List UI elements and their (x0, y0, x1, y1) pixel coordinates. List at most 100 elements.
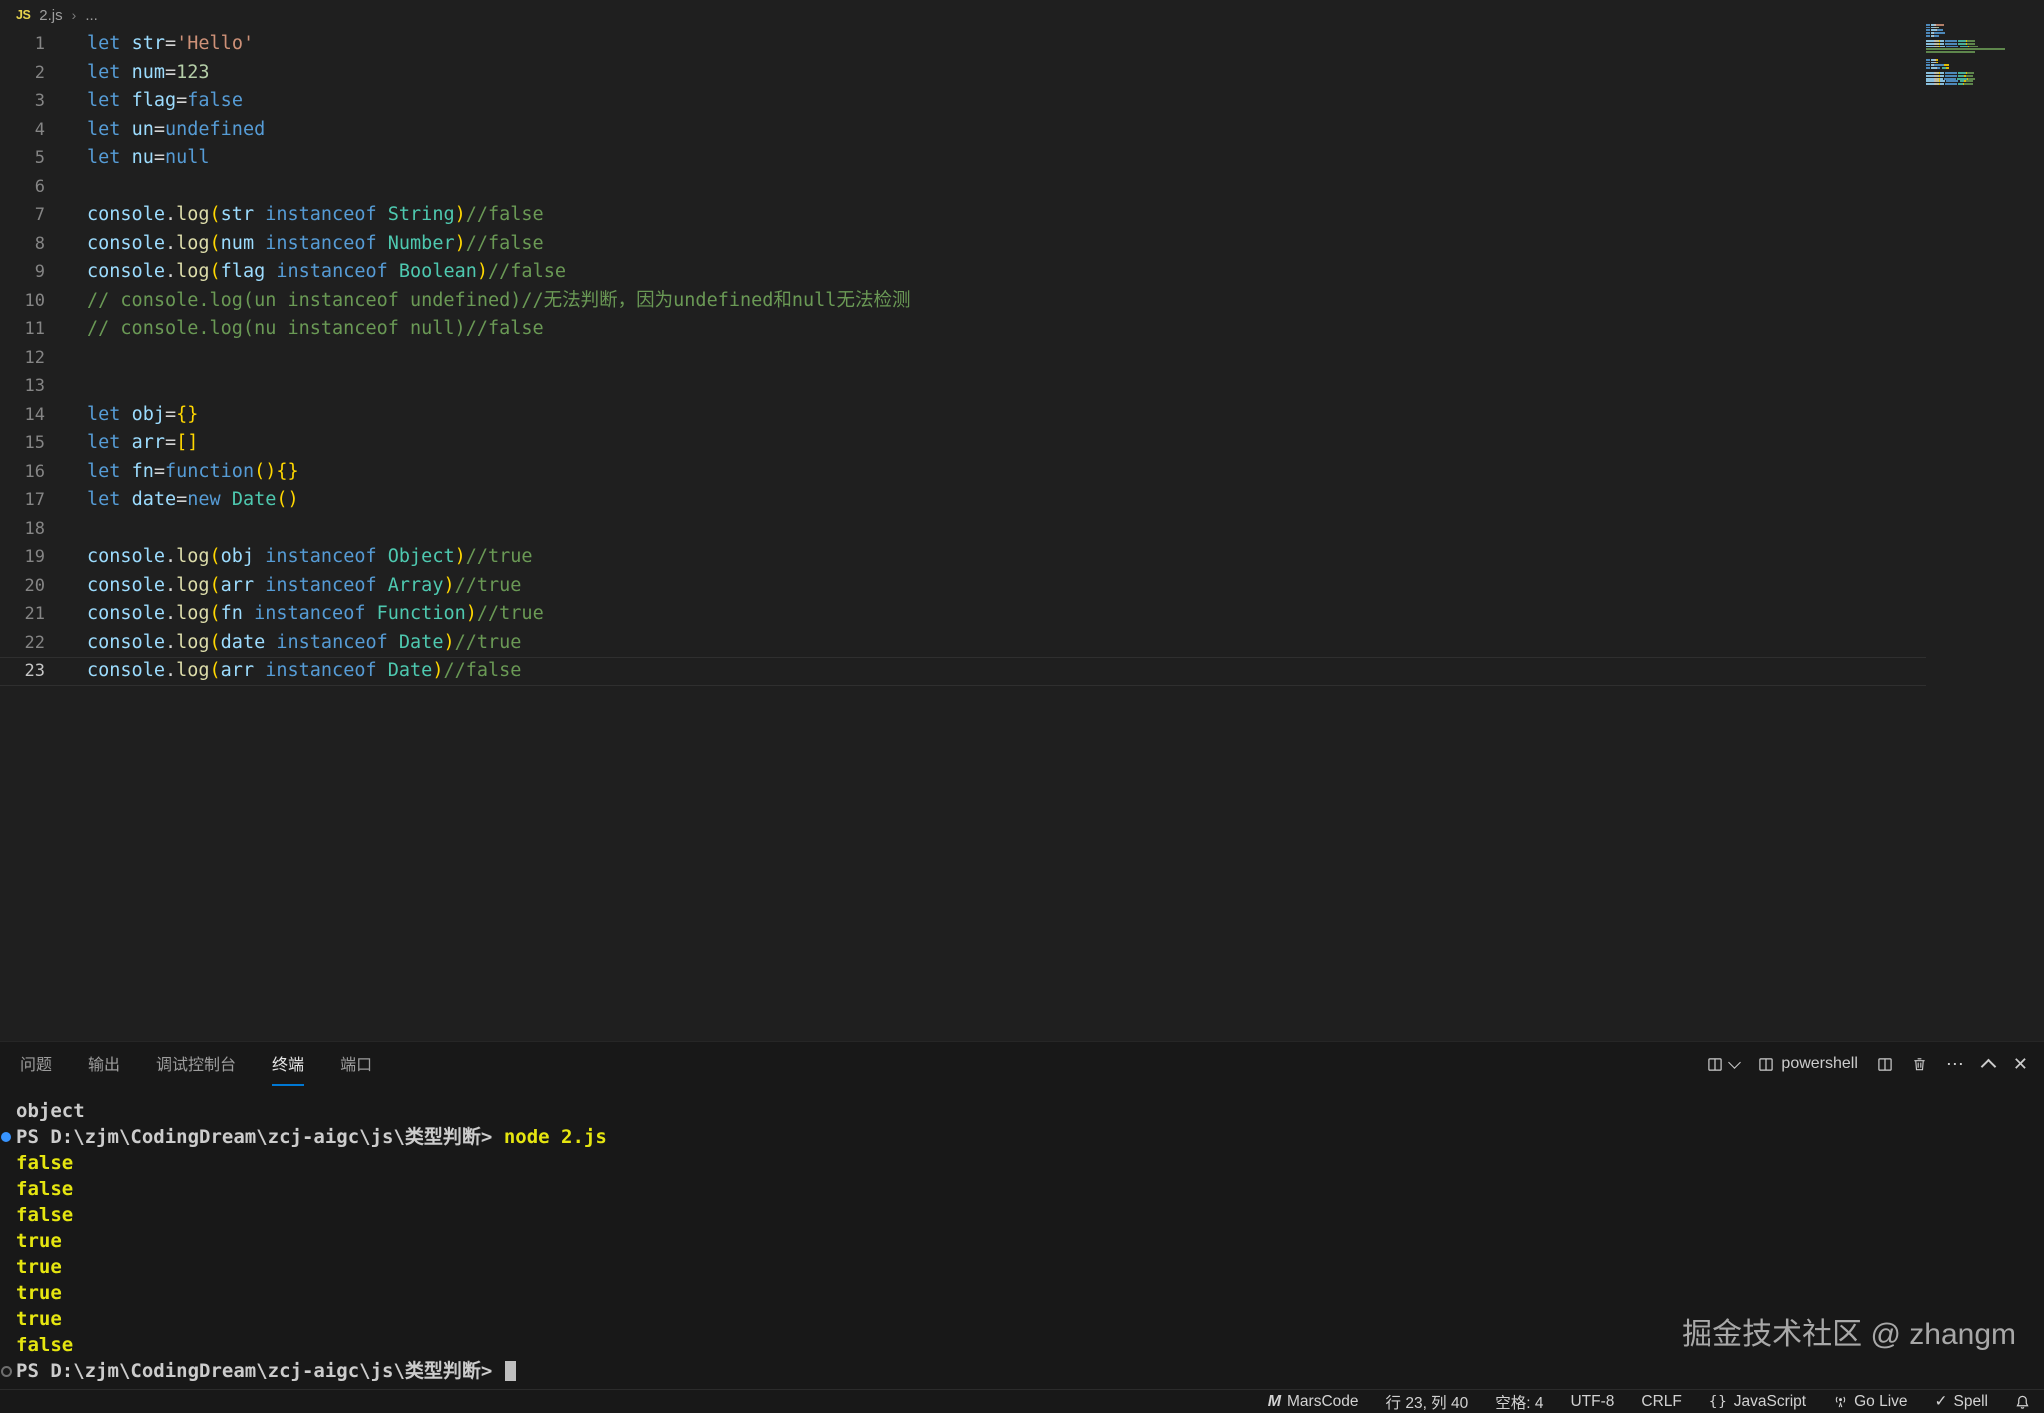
close-panel-button[interactable]: ✕ (2013, 1055, 2028, 1073)
code-text: console.log(arr instanceof Array)//true (45, 573, 521, 600)
code-line-17[interactable]: 17let date=new Date() (0, 486, 2044, 515)
code-line-18[interactable]: 18 (0, 515, 2044, 544)
status-item-encoding[interactable]: UTF-8 (1570, 1393, 1614, 1411)
code-text: let un=undefined (45, 117, 265, 144)
command-executed-decoration[interactable] (1, 1132, 11, 1142)
minimap[interactable] (1926, 24, 2018, 86)
line-number: 22 (0, 630, 45, 657)
status-item-label: MarsCode (1287, 1393, 1359, 1411)
line-number: 8 (0, 231, 45, 258)
code-line-7[interactable]: 7console.log(str instanceof String)//fal… (0, 201, 2044, 230)
maximize-panel-button[interactable] (1983, 1057, 1994, 1072)
breadcrumb-file-name[interactable]: 2.js (39, 7, 62, 24)
split-terminal-button[interactable] (1877, 1057, 1893, 1072)
line-number: 17 (0, 487, 45, 514)
line-number: 3 (0, 88, 45, 115)
code-line-2[interactable]: 2let num=123 (0, 59, 2044, 88)
terminal-line: true (0, 1228, 2044, 1254)
status-item-label: CRLF (1641, 1393, 1681, 1411)
code-text (45, 345, 87, 372)
code-line-12[interactable]: 12 (0, 344, 2044, 373)
code-line-15[interactable]: 15let arr=[] (0, 429, 2044, 458)
code-text (45, 516, 87, 543)
terminal-line: true (0, 1280, 2044, 1306)
code-line-5[interactable]: 5let nu=null (0, 144, 2044, 173)
code-text: let str='Hello' (45, 31, 254, 58)
code-area: 1let str='Hello'2let num=1233let flag=fa… (0, 30, 2044, 686)
panel-tab-输出[interactable]: 输出 (88, 1042, 120, 1086)
code-text (45, 174, 87, 201)
prompt-decoration[interactable] (1, 1366, 12, 1377)
code-line-20[interactable]: 20console.log(arr instanceof Array)//tru… (0, 572, 2044, 601)
line-number: 12 (0, 345, 45, 372)
code-text: let num=123 (45, 60, 210, 87)
panel-tab-调试控制台[interactable]: 调试控制台 (156, 1042, 236, 1086)
code-line-22[interactable]: 22console.log(date instanceof Date)//tru… (0, 629, 2044, 658)
kill-terminal-button[interactable] (1912, 1056, 1927, 1072)
terminal-pane-icon (1758, 1057, 1774, 1072)
code-text: console.log(flag instanceof Boolean)//fa… (45, 259, 566, 286)
status-item-indentation[interactable]: 空格: 4 (1495, 1391, 1543, 1413)
code-text: console.log(obj instanceof Object)//true (45, 544, 533, 571)
trash-icon (1912, 1056, 1927, 1072)
vscode-window: JS 2.js › ... 1let str='Hello'2let num=1… (0, 0, 2044, 1413)
code-line-10[interactable]: 10// console.log(un instanceof undefined… (0, 287, 2044, 316)
code-line-8[interactable]: 8console.log(num instanceof Number)//fal… (0, 230, 2044, 259)
code-line-21[interactable]: 21console.log(fn instanceof Function)//t… (0, 600, 2044, 629)
panel-tab-端口[interactable]: 端口 (340, 1042, 372, 1086)
split-panel-icon (1707, 1057, 1723, 1072)
code-text (45, 373, 87, 400)
panel-tab-问题[interactable]: 问题 (20, 1042, 52, 1086)
line-number: 21 (0, 601, 45, 628)
code-text: let obj={} (45, 402, 198, 429)
status-bar-right: MMarsCode 行 23, 列 40 空格: 4 UTF-8 CRLF {}JavaS… (1268, 1391, 2030, 1413)
status-item-cursor-position[interactable]: 行 23, 列 40 (1386, 1391, 1469, 1413)
code-line-16[interactable]: 16let fn=function(){} (0, 458, 2044, 487)
terminal-cursor (505, 1361, 516, 1381)
code-line-6[interactable]: 6 (0, 173, 2044, 202)
status-item-eol[interactable]: CRLF (1641, 1393, 1681, 1411)
terminal-line: false (0, 1176, 2044, 1202)
terminal-line: PS D:\zjm\CodingDream\zcj-aigc\js\类型判断> (0, 1358, 2044, 1384)
code-line-9[interactable]: 9console.log(flag instanceof Boolean)//f… (0, 258, 2044, 287)
code-text: let flag=false (45, 88, 243, 115)
status-item-language-mode[interactable]: {}JavaScript (1709, 1393, 1806, 1411)
terminal-line: true (0, 1254, 2044, 1280)
more-actions-button[interactable]: ⋯ (1946, 1055, 1964, 1073)
split-terminal-icon (1877, 1057, 1893, 1072)
code-line-11[interactable]: 11// console.log(nu instanceof null)//fa… (0, 315, 2044, 344)
line-number: 11 (0, 316, 45, 343)
line-number: 13 (0, 373, 45, 400)
terminal-launch-dropdown-button[interactable] (1707, 1057, 1739, 1072)
chevron-down-icon (1729, 1056, 1742, 1069)
code-line-1[interactable]: 1let str='Hello' (0, 30, 2044, 59)
line-number: 23 (0, 658, 45, 685)
breadcrumb-symbol[interactable]: ... (85, 7, 98, 24)
terminal-instance-powershell[interactable]: powershell (1758, 1055, 1857, 1073)
status-item-go-live[interactable]: Go Live (1833, 1393, 1907, 1411)
panel-actions: powershell ⋯ ✕ (1707, 1042, 2028, 1086)
line-number: 10 (0, 288, 45, 315)
code-editor[interactable]: 1let str='Hello'2let num=1233let flag=fa… (0, 30, 2044, 1041)
code-line-23[interactable]: 23console.log(arr instanceof Date)//fals… (0, 657, 1926, 686)
status-item-spell[interactable]: ✓Spell (1935, 1392, 1988, 1411)
code-line-13[interactable]: 13 (0, 372, 2044, 401)
panel-tab-终端[interactable]: 终端 (272, 1042, 304, 1086)
status-item-marscode[interactable]: MMarsCode (1268, 1393, 1359, 1411)
line-number: 2 (0, 60, 45, 87)
bell-icon (2015, 1394, 2030, 1410)
terminal-line: PS D:\zjm\CodingDream\zcj-aigc\js\类型判断> … (0, 1124, 2044, 1150)
line-number: 20 (0, 573, 45, 600)
status-item-notifications[interactable] (2015, 1394, 2030, 1410)
javascript-file-icon: JS (16, 8, 30, 22)
terminal-line: false (0, 1202, 2044, 1228)
bottom-panel: 问题输出调试控制台终端端口 powershell (0, 1041, 2044, 1389)
check-icon: ✓ (1935, 1392, 1948, 1411)
code-line-14[interactable]: 14let obj={} (0, 401, 2044, 430)
code-line-19[interactable]: 19console.log(obj instanceof Object)//tr… (0, 543, 2044, 572)
code-line-3[interactable]: 3let flag=false (0, 87, 2044, 116)
code-line-4[interactable]: 4let un=undefined (0, 116, 2044, 145)
status-item-label: Go Live (1854, 1393, 1907, 1411)
chevron-right-icon: › (72, 7, 77, 23)
breadcrumb: JS 2.js › ... (0, 0, 2044, 30)
